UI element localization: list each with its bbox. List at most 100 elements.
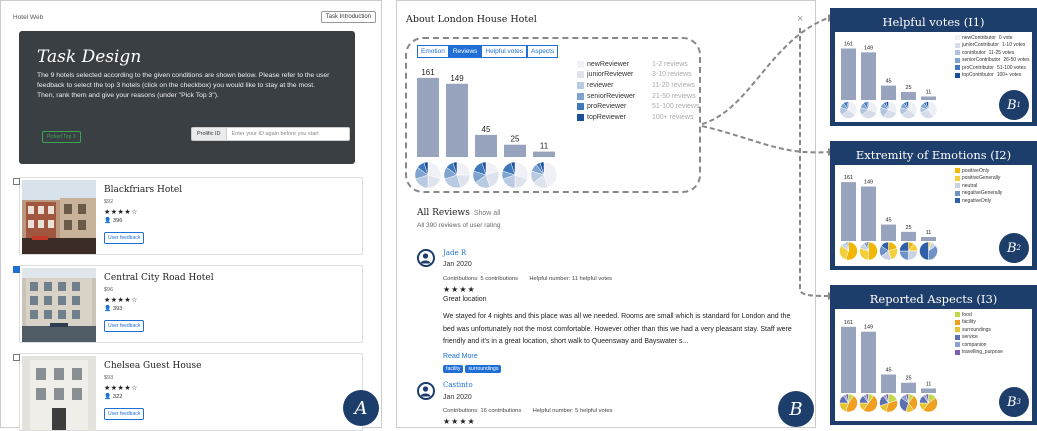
legend-item: newReviewer 1-2 reviews (577, 59, 699, 70)
hotel-photo (22, 180, 96, 254)
legend-swatch (955, 72, 960, 78)
panel-badge-b1: B1 (999, 90, 1029, 120)
legend-item: reviewer 11-20 reviews (577, 80, 699, 91)
read-more-link[interactable]: Read More (443, 353, 478, 360)
prolific-id-group: Prolific ID Enter your ID again before y… (191, 127, 350, 141)
reviewer-name[interactable]: Jade R (443, 249, 466, 257)
hotel-photo-illustration (22, 268, 96, 342)
legend-item: juniorContributor 1-10 votes (955, 42, 1030, 50)
legend-label: facility (962, 319, 976, 326)
hotel-detail-title: About London House Hotel (406, 14, 537, 25)
review-stars: ★★★★ (443, 417, 476, 426)
hotel-checkbox[interactable] (13, 178, 20, 185)
picked-top3-button[interactable]: Picked Top 3 (42, 131, 81, 143)
task-title: Task Design (37, 47, 142, 67)
pie-slice (868, 241, 878, 261)
legend-item: facility (955, 319, 1003, 327)
task-description: The 9 hotels selected according to the g… (37, 71, 343, 101)
tab-emotion[interactable]: Emotion (417, 45, 449, 58)
pie-slice (456, 161, 471, 176)
legend-swatch (955, 319, 960, 325)
legend-label: positiveOnly (962, 167, 990, 174)
legend-label: surroundings (962, 326, 991, 333)
review-count-value: 396 (112, 218, 123, 224)
show-all-link[interactable]: Show all (474, 210, 500, 217)
user-feedback-button[interactable]: User feedback (104, 320, 145, 332)
bar (901, 231, 916, 241)
bar-value-label: 45 (885, 218, 891, 224)
bar (901, 382, 916, 393)
legend-label: food (962, 311, 972, 318)
prolific-id-input[interactable]: Enter your ID again before you start (225, 127, 350, 141)
legend-item: proReviewer 51-100 reviews (577, 101, 699, 112)
bar (881, 85, 896, 100)
legend-swatch (955, 349, 960, 355)
bar (417, 77, 439, 157)
aspects-inner: 161 149 45 25 11 food facility surroundings ser… (835, 309, 1032, 421)
badge-sub: 3 (1016, 398, 1022, 406)
review-date: Jan 2020 (443, 394, 472, 401)
bar-value-label: 25 (905, 225, 911, 231)
emotions-title: Extremity of Emotions (I2) (855, 148, 1012, 162)
bar (504, 144, 526, 157)
legend-swatch (955, 65, 960, 71)
legend-range: 3-10 reviews (652, 71, 692, 79)
legend-label: topReviewer (587, 113, 626, 121)
hotel-review-count: 👤 322 (104, 394, 123, 400)
tab-helpful-votes[interactable]: Helpful votes (481, 45, 527, 58)
hotel-card: Central City Road Hotel $96 ★★★★☆ 👤 393 … (13, 265, 363, 343)
review-tags: facility surroundings (443, 365, 503, 373)
legend-label: proReviewer (587, 103, 627, 111)
legend-swatch (955, 175, 960, 181)
hotel-rating-stars: ★★★★☆ (104, 385, 138, 392)
bar-value-label: 149 (864, 45, 873, 51)
hotel-card: Blackfriars Hotel $92 ★★★★☆ 👤 396 User f… (13, 177, 363, 255)
bar (921, 236, 936, 241)
legend-swatch (955, 50, 960, 56)
legend-item: food (955, 311, 1003, 319)
legend-swatch (955, 312, 960, 318)
legend-range: 11-25 votes (988, 49, 1015, 56)
legend-item: positiveGenerally (955, 175, 1002, 183)
review-count-value: 322 (112, 394, 123, 400)
legend-range: 26-50 votes (1003, 57, 1030, 64)
legend-item: negativeGenerally (955, 190, 1002, 198)
emotions-chart: 161 149 45 25 11 (839, 175, 938, 261)
bar-value-label: 25 (905, 85, 911, 91)
bar-value-label: 11 (926, 89, 932, 95)
legend-swatch (955, 168, 960, 174)
reviewer-avatar (417, 249, 435, 267)
brand-label: Hotel Web (13, 14, 44, 21)
legend-swatch (577, 113, 584, 121)
review-meta: Contributions: 5 contributions Helpful n… (443, 276, 612, 282)
task-introduction-button[interactable]: Task Introduction (320, 11, 376, 23)
hotel-checkbox[interactable] (13, 266, 20, 273)
hotel-photo-illustration (22, 180, 96, 254)
legend-swatch (955, 198, 960, 204)
user-feedback-button[interactable]: User feedback (104, 232, 145, 244)
pie-slice (899, 241, 909, 252)
legend-swatch (955, 334, 960, 340)
user-feedback-button[interactable]: User feedback (104, 408, 145, 420)
reviewer-avatar (417, 382, 435, 400)
bar (861, 186, 876, 241)
chart-tabs: Emotion Reviews Helpful votes Aspects (417, 45, 559, 58)
reviewer-name[interactable]: Castinto (443, 381, 473, 389)
legend-range: 51-100 votes (996, 64, 1026, 71)
legend-label: contributor (962, 49, 986, 56)
bar (901, 92, 916, 100)
emotions-legend: positiveOnly positiveGenerally neutral nega… (955, 167, 1002, 205)
legend-swatch (955, 190, 960, 196)
tab-reviews[interactable]: Reviews (448, 45, 482, 58)
legend-label: travelling_purpose (962, 349, 1003, 356)
legend-range: 100+ votes (996, 72, 1022, 79)
hotel-checkbox[interactable] (13, 354, 20, 361)
legend-label: service (962, 334, 978, 341)
legend-item: topContributor 100+ votes (955, 72, 1030, 80)
tag-facility: facility (443, 365, 464, 373)
bar (881, 224, 896, 241)
bar (841, 326, 856, 393)
bar-value-label: 149 (450, 74, 464, 83)
tab-aspects[interactable]: Aspects (527, 45, 559, 58)
panel-badge-b3: B3 (999, 387, 1029, 417)
